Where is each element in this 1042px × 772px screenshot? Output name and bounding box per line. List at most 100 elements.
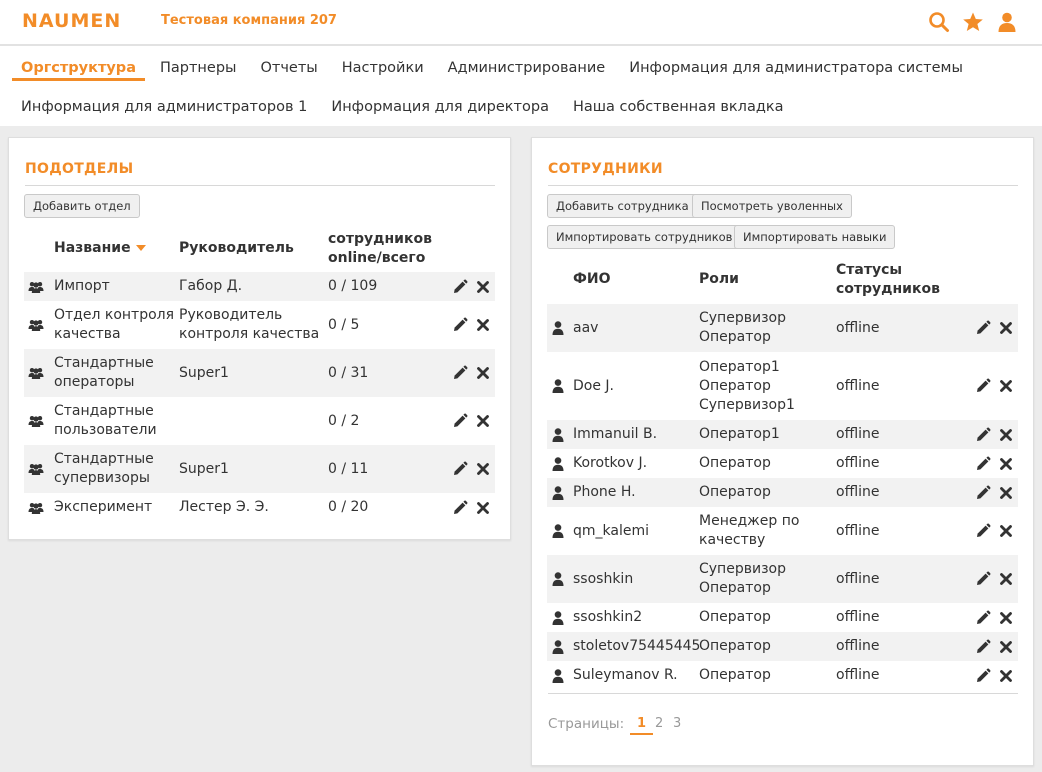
role-line: Супервизор1 — [699, 397, 795, 413]
delete-icon[interactable] — [998, 320, 1014, 336]
nav-tab[interactable]: Информация для администратора системы — [620, 60, 972, 81]
edit-icon[interactable] — [975, 668, 991, 684]
delete-icon[interactable] — [998, 639, 1014, 655]
department-name[interactable]: Импорт — [54, 277, 110, 296]
user-icon[interactable] — [996, 11, 1018, 33]
employee-name[interactable]: aav — [573, 319, 598, 338]
role-line: Супервизор — [699, 310, 786, 326]
employee-name[interactable]: Korotkov J. — [573, 454, 647, 473]
edit-icon[interactable] — [452, 500, 468, 516]
nav-tab[interactable]: Администрирование — [439, 60, 615, 81]
edit-icon[interactable] — [975, 320, 991, 336]
nav-tab[interactable]: Отчеты — [251, 60, 326, 81]
edit-icon[interactable] — [452, 279, 468, 295]
delete-icon[interactable] — [998, 610, 1014, 626]
employee-count: 0 / 5 — [328, 317, 360, 333]
edit-icon[interactable] — [452, 413, 468, 429]
nav-tab[interactable]: Оргструктура — [12, 60, 145, 81]
employee-count: 0 / 20 — [328, 499, 369, 515]
edit-icon[interactable] — [975, 523, 991, 539]
department-name-line: качества — [54, 326, 121, 342]
employee-status: offline — [836, 571, 880, 587]
department-name[interactable]: Эксперимент — [54, 498, 152, 517]
delete-icon[interactable] — [998, 427, 1014, 443]
employees-panel: СОТРУДНИКИ Добавить сотрудника Посмотрет… — [531, 137, 1034, 766]
delete-icon[interactable] — [475, 279, 491, 295]
department-icon — [28, 320, 44, 331]
table-row: Immanuil B. Оператор1 offline — [547, 420, 1018, 449]
nav-tab[interactable]: Настройки — [333, 60, 433, 81]
department-head: Габор Д. — [179, 277, 242, 296]
column-header-fio: ФИО — [573, 271, 611, 287]
page-link[interactable]: 2 — [655, 716, 663, 731]
person-icon — [552, 456, 564, 471]
delete-icon[interactable] — [998, 378, 1014, 394]
employee-name[interactable]: qm_kalemi — [573, 522, 649, 541]
column-header-name[interactable]: Название — [54, 239, 146, 258]
add-employee-button[interactable]: Добавить сотрудника — [547, 194, 698, 218]
employee-name[interactable]: Doe J. — [573, 377, 614, 396]
table-row: stoletov75445445 Оператор offline — [547, 632, 1018, 661]
person-icon — [552, 485, 564, 500]
edit-icon[interactable] — [975, 485, 991, 501]
edit-icon[interactable] — [975, 456, 991, 472]
employee-count: 0 / 109 — [328, 278, 378, 294]
page-link[interactable]: 1 — [630, 716, 654, 735]
nav-tab[interactable]: Партнеры — [151, 60, 246, 81]
employee-name[interactable]: ssoshkin2 — [573, 608, 642, 627]
department-head: Лестер Э. Э. — [179, 498, 269, 517]
employee-name[interactable]: Suleymanov R. — [573, 666, 678, 685]
nav-tab[interactable]: Информация для директора — [322, 99, 558, 120]
pagination-label: Страницы: — [548, 716, 625, 732]
delete-icon[interactable] — [998, 456, 1014, 472]
table-row: Suleymanov R. Оператор offline — [547, 661, 1018, 690]
edit-icon[interactable] — [975, 378, 991, 394]
department-name-line: Стандартные — [54, 451, 154, 467]
page-link[interactable]: 3 — [673, 716, 681, 731]
employee-name[interactable]: Immanuil B. — [573, 425, 657, 444]
column-header-count: сотрудников online/всего — [328, 230, 432, 268]
edit-icon[interactable] — [452, 461, 468, 477]
department-head-line: Габор Д. — [179, 278, 243, 294]
edit-icon[interactable] — [975, 571, 991, 587]
department-name[interactable]: Стандартные пользователи — [54, 402, 157, 440]
employee-name[interactable]: ssoshkin — [573, 570, 633, 589]
employee-name[interactable]: stoletov75445445 — [573, 637, 700, 656]
delete-icon[interactable] — [475, 365, 491, 381]
add-department-button[interactable]: Добавить отдел — [24, 194, 140, 218]
naumen-logo[interactable]: NAUMEN — [22, 10, 121, 32]
table-row: Эксперимент Лестер Э. Э. 0 / 20 — [24, 493, 495, 522]
department-name[interactable]: Отдел контроля качества — [54, 306, 174, 344]
delete-icon[interactable] — [998, 668, 1014, 684]
delete-icon[interactable] — [998, 523, 1014, 539]
delete-icon[interactable] — [475, 461, 491, 477]
delete-icon[interactable] — [475, 413, 491, 429]
delete-icon[interactable] — [475, 500, 491, 516]
edit-icon[interactable] — [975, 427, 991, 443]
department-name[interactable]: Стандартные супервизоры — [54, 450, 154, 488]
edit-icon[interactable] — [975, 610, 991, 626]
role-line: Супервизор — [699, 561, 786, 577]
employee-roles: Оператор — [699, 666, 771, 685]
person-icon — [552, 321, 564, 335]
delete-icon[interactable] — [998, 485, 1014, 501]
nav-tab[interactable]: Информация для администраторов 1 — [12, 99, 316, 120]
employee-name[interactable]: Phone H. — [573, 483, 636, 502]
employee-roles: Супервизор Оператор — [699, 560, 786, 598]
delete-icon[interactable] — [475, 317, 491, 333]
edit-icon[interactable] — [452, 317, 468, 333]
department-icon — [28, 368, 44, 379]
view-fired-button[interactable]: Посмотреть уволенных — [692, 194, 852, 218]
star-icon[interactable] — [962, 11, 984, 33]
department-name[interactable]: Стандартные операторы — [54, 354, 154, 392]
import-employees-button[interactable]: Импортировать сотрудников — [547, 225, 742, 249]
employee-count: 0 / 31 — [328, 365, 369, 381]
employee-status: offline — [836, 484, 880, 500]
delete-icon[interactable] — [998, 571, 1014, 587]
import-skills-button[interactable]: Импортировать навыки — [734, 225, 896, 249]
edit-icon[interactable] — [975, 639, 991, 655]
edit-icon[interactable] — [452, 365, 468, 381]
person-icon — [552, 524, 564, 538]
nav-tab[interactable]: Наша собственная вкладка — [564, 99, 793, 120]
search-icon[interactable] — [928, 11, 950, 33]
